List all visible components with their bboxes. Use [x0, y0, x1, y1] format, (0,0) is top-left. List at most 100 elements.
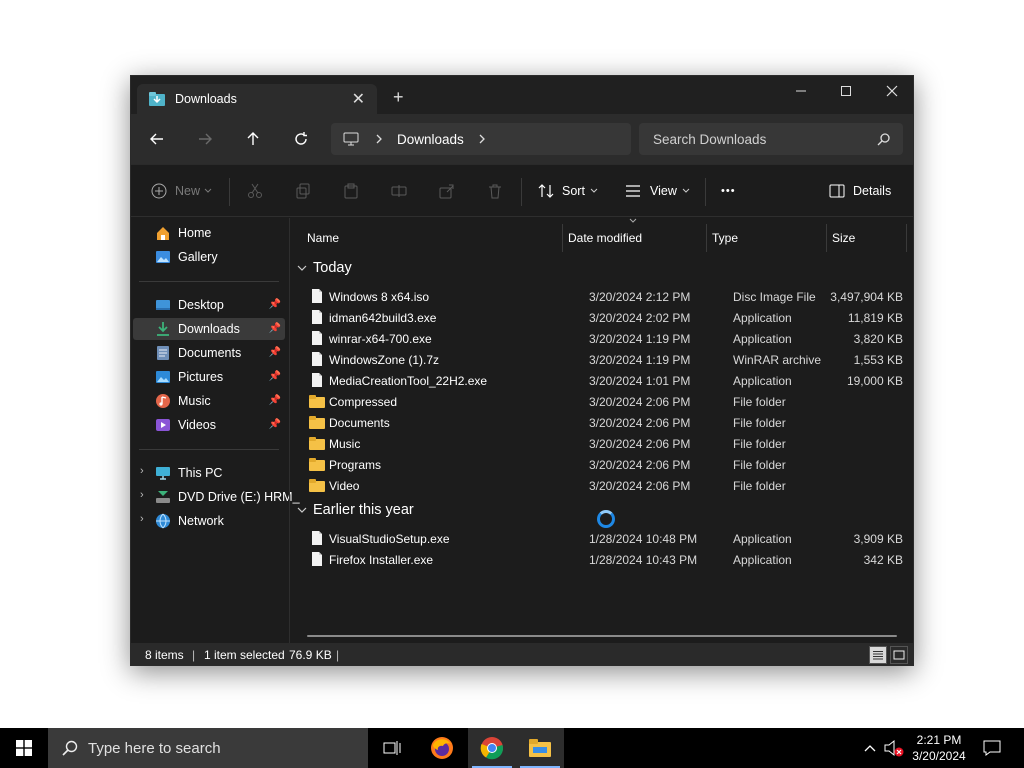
file-row[interactable]: idman642build3.exe 3/20/2024 2:02 PM Appli…: [301, 307, 903, 328]
search-input[interactable]: Search Downloads: [653, 132, 766, 147]
volume-button[interactable]: [882, 728, 906, 768]
divider[interactable]: [706, 224, 707, 252]
sidebar-item-videos[interactable]: Videos 📌: [133, 414, 285, 436]
up-button[interactable]: [241, 127, 265, 151]
sort-icon: [538, 184, 554, 198]
back-button[interactable]: [145, 127, 169, 151]
file-size: 11,819 KB: [847, 311, 903, 325]
pin-icon[interactable]: 📌: [269, 419, 281, 430]
command-bar: New Sort View ••• Details: [131, 164, 913, 217]
pin-icon[interactable]: 📌: [269, 299, 281, 310]
refresh-button[interactable]: [289, 127, 313, 151]
file-name: MediaCreationTool_22H2.exe: [329, 374, 488, 388]
chevron-right-icon[interactable]: ›: [140, 489, 144, 501]
horizontal-scrollbar[interactable]: [307, 635, 897, 637]
chevron-right-icon[interactable]: [478, 134, 486, 144]
forward-button[interactable]: [193, 127, 217, 151]
details-view-button[interactable]: [869, 646, 887, 664]
system-tray-chevron[interactable]: [858, 728, 882, 768]
monitor-icon: [343, 132, 359, 146]
rename-button[interactable]: [391, 180, 407, 202]
cut-button[interactable]: [247, 180, 263, 202]
divider[interactable]: [906, 224, 907, 252]
paste-icon: [344, 183, 358, 199]
folder-row[interactable]: Documents 3/20/2024 2:06 PM File folder: [301, 412, 901, 433]
new-button[interactable]: New: [151, 180, 212, 202]
tiles-view-button[interactable]: [890, 646, 908, 664]
pin-icon[interactable]: 📌: [269, 347, 281, 358]
search-box[interactable]: Search Downloads: [639, 123, 903, 155]
clock-time: 2:21 PM: [916, 733, 962, 747]
column-header-type[interactable]: Type: [712, 224, 738, 252]
pin-icon[interactable]: 📌: [269, 395, 281, 406]
date-modified: 3/20/2024 2:06 PM: [589, 437, 691, 451]
file-row[interactable]: MediaCreationTool_22H2.exe 3/20/2024 1:01…: [301, 370, 903, 391]
sidebar-item-dvd-drive[interactable]: › DVD Drive (E:) HRM_: [133, 486, 300, 508]
chevron-right-icon[interactable]: ›: [140, 513, 144, 525]
close-button[interactable]: [869, 76, 913, 106]
file-row[interactable]: WindowsZone (1).7z 3/20/2024 1:19 PM WinRA…: [301, 349, 903, 370]
copy-button[interactable]: [295, 180, 311, 202]
sidebar-item-desktop[interactable]: Desktop 📌: [133, 294, 285, 316]
view-button[interactable]: View: [625, 180, 690, 202]
folder-row[interactable]: Video 3/20/2024 2:06 PM File folder: [301, 475, 901, 496]
sidebar-item-music[interactable]: Music 📌: [133, 390, 285, 412]
firefox-taskbar-button[interactable]: [418, 728, 466, 768]
chevron-right-icon[interactable]: ›: [140, 465, 144, 477]
file-row[interactable]: VisualStudioSetup.exe 1/28/2024 10:48 PM A…: [301, 528, 903, 549]
maximize-button[interactable]: [823, 76, 869, 106]
pane-splitter[interactable]: [289, 218, 290, 643]
group-header[interactable]: Today: [297, 260, 352, 276]
divider[interactable]: [562, 224, 563, 252]
divider: [521, 178, 522, 206]
start-button[interactable]: [0, 728, 48, 768]
taskbar-clock[interactable]: 2:21 PM 3/20/2024: [906, 732, 972, 764]
details-pane-button[interactable]: Details: [829, 180, 891, 202]
more-options-button[interactable]: •••: [721, 180, 736, 202]
address-bar[interactable]: Downloads: [331, 123, 631, 155]
sidebar-item-pictures[interactable]: Pictures 📌: [133, 366, 285, 388]
group-label: Today: [313, 260, 352, 276]
pin-icon[interactable]: 📌: [269, 323, 281, 334]
file-row[interactable]: Firefox Installer.exe 1/28/2024 10:43 PM A…: [301, 549, 903, 570]
sidebar-item-gallery[interactable]: Gallery: [133, 246, 285, 268]
new-tab-button[interactable]: +: [393, 87, 404, 108]
file-name: WindowsZone (1).7z: [329, 353, 440, 367]
group-header[interactable]: Earlier this year: [297, 502, 414, 518]
column-header-name[interactable]: Name: [307, 224, 339, 252]
file-name: Documents: [329, 416, 390, 430]
more-icon: •••: [721, 185, 736, 197]
breadcrumb-downloads[interactable]: Downloads: [397, 132, 464, 147]
column-header-date-modified[interactable]: Date modified: [568, 224, 642, 252]
file-icon: [312, 310, 322, 324]
sidebar-item-downloads[interactable]: Downloads 📌: [133, 318, 285, 340]
file-row[interactable]: winrar-x64-700.exe 3/20/2024 1:19 PM Appli…: [301, 328, 903, 349]
delete-button[interactable]: [487, 180, 503, 202]
sidebar-item-network[interactable]: › Network: [133, 510, 285, 532]
share-button[interactable]: [439, 180, 455, 202]
tab-close-icon[interactable]: ✕: [352, 89, 365, 109]
pin-icon[interactable]: 📌: [269, 371, 281, 382]
sidebar-item-documents[interactable]: Documents 📌: [133, 342, 285, 364]
sidebar-item-this-pc[interactable]: › This PC: [133, 462, 285, 484]
action-center-button[interactable]: [976, 728, 1008, 768]
divider[interactable]: [826, 224, 827, 252]
chevron-right-icon[interactable]: [375, 134, 383, 144]
taskbar-search-box[interactable]: Type here to search: [48, 728, 368, 768]
tab-downloads[interactable]: Downloads ✕: [137, 84, 377, 114]
chrome-taskbar-button[interactable]: [468, 728, 516, 768]
sidebar-item-home[interactable]: Home: [133, 222, 285, 244]
chrome-icon: [480, 737, 504, 760]
task-view-button[interactable]: [368, 728, 416, 768]
paste-button[interactable]: [343, 180, 359, 202]
sort-button[interactable]: Sort: [538, 180, 598, 202]
minimize-button[interactable]: [778, 76, 824, 106]
taskbar-search-input[interactable]: Type here to search: [88, 740, 221, 757]
file-row[interactable]: Windows 8 x64.iso 3/20/2024 2:12 PM Disc I…: [301, 286, 903, 307]
column-header-size[interactable]: Size: [832, 224, 855, 252]
folder-row[interactable]: Programs 3/20/2024 2:06 PM File folder: [301, 454, 901, 475]
folder-row[interactable]: Music 3/20/2024 2:06 PM File folder: [301, 433, 901, 454]
file-name: Music: [329, 437, 361, 451]
file-explorer-taskbar-button[interactable]: [516, 728, 564, 768]
folder-row[interactable]: Compressed 3/20/2024 2:06 PM File folder: [301, 391, 901, 412]
